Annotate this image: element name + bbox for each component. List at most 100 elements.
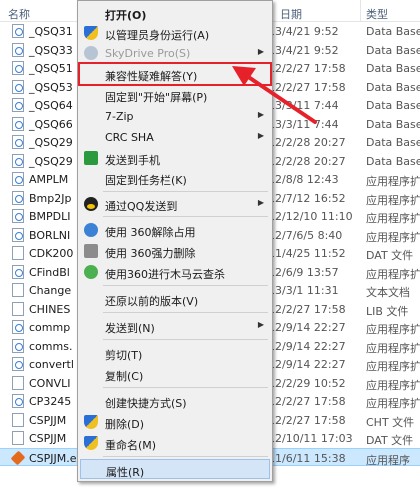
dll-file-icon <box>12 394 24 408</box>
file-type: 应用程序扩 <box>366 341 420 355</box>
submenu-arrow-icon: ▶ <box>257 47 264 56</box>
dll-file-icon <box>12 24 24 38</box>
dll-file-icon <box>12 116 24 131</box>
menu-send-to-phone[interactable]: 发送到手机 <box>80 148 270 168</box>
file-type: 应用程序扩 <box>366 360 420 373</box>
uac-shield-icon <box>84 415 98 429</box>
file-type: 文本文档 <box>366 286 410 299</box>
360-shredder-icon <box>84 244 98 258</box>
file-type: 应用程序 <box>366 453 410 467</box>
dll-file-icon <box>12 61 24 75</box>
file-name: _QSQ66 <box>29 117 73 131</box>
dll-file-icon <box>12 227 24 242</box>
red-arrow-annotation-icon <box>232 66 317 124</box>
file-name: Change <box>29 284 72 297</box>
menu-delete[interactable]: 删除(D) <box>80 412 270 432</box>
menu-restore-versions[interactable]: 还原以前的版本(V) <box>80 289 270 309</box>
360-unlock-icon <box>84 223 98 237</box>
column-type[interactable]: 类型 <box>366 6 388 22</box>
file-type: Data Base <box>366 136 420 149</box>
dll-file-icon <box>12 209 24 223</box>
phone-icon <box>84 151 98 165</box>
file-type: 应用程序扩 <box>366 378 420 392</box>
menu-360-scan[interactable]: 使用360进行木马云查杀 <box>80 262 270 282</box>
file-name: _QSQ51 <box>29 62 73 75</box>
file-type: 应用程序扩 <box>366 230 420 244</box>
360-scan-icon <box>84 265 98 279</box>
dll-file-icon <box>12 264 24 279</box>
file-type: Data Base <box>366 62 420 75</box>
submenu-arrow-icon: ▶ <box>257 198 264 207</box>
file-name: CP3245 <box>29 395 72 408</box>
cloud-icon <box>84 46 98 60</box>
menu-360-delete[interactable]: 使用 360强力删除 <box>80 241 270 261</box>
column-name[interactable]: 名称 <box>8 6 30 22</box>
file-name: commp <box>29 321 71 334</box>
file-type: Data Base <box>366 117 420 131</box>
file-type: 应用程序扩 <box>366 323 420 336</box>
file-name: CSPJJM <box>29 432 67 445</box>
file-type: 应用程序扩 <box>366 175 420 188</box>
menu-crc-sha[interactable]: CRC SHA ▶ <box>80 127 270 147</box>
file-name: BORLNI <box>29 228 71 242</box>
file-type: Data Base <box>366 43 420 57</box>
file-type: 应用程序扩 <box>366 193 420 207</box>
exe-package-icon <box>10 450 26 465</box>
menu-send-via-qq[interactable]: 通过QQ发送到 ▶ <box>80 194 270 214</box>
uac-shield-icon <box>84 436 98 450</box>
menu-properties[interactable]: 属性(R) <box>80 459 270 479</box>
menu-cut[interactable]: 剪切(T) <box>80 343 270 363</box>
file-name: _QSQ33 <box>29 43 73 57</box>
dll-file-icon <box>12 79 24 94</box>
file-name: CHINES <box>29 302 71 316</box>
file-type: Data Base <box>366 99 420 112</box>
dll-file-icon <box>12 190 24 205</box>
file-name: _QSQ31 <box>29 25 73 38</box>
dll-file-icon <box>12 42 24 57</box>
file-name: CONVLI <box>29 376 71 390</box>
dll-file-icon <box>12 320 24 334</box>
file-name: AMPLM <box>29 173 69 186</box>
file-name: BMPDLI <box>29 210 71 223</box>
submenu-arrow-icon: ▶ <box>257 320 264 329</box>
menu-pin-taskbar[interactable]: 固定到任务栏(K) <box>80 168 270 188</box>
menu-run-as-admin[interactable]: 以管理员身份运行(A) <box>80 23 270 43</box>
file-name: _QSQ53 <box>29 80 73 94</box>
document-file-icon <box>12 375 24 390</box>
file-name: comms. <box>29 339 73 353</box>
menu-open[interactable]: 打开(O) <box>80 3 270 23</box>
file-type: DAT 文件 <box>366 249 414 262</box>
dll-file-icon <box>12 357 24 371</box>
menu-360-unlock[interactable]: 使用 360解除占用 <box>80 220 270 240</box>
document-file-icon <box>12 412 24 427</box>
document-file-icon <box>12 301 24 316</box>
menu-rename[interactable]: 重命名(M) <box>80 433 270 453</box>
file-type: 应用程序扩 <box>366 267 420 281</box>
file-name: _QSQ64 <box>29 99 73 112</box>
submenu-arrow-icon: ▶ <box>257 131 264 140</box>
file-type: Data Base <box>366 154 420 168</box>
file-name: _QSQ29 <box>29 136 73 149</box>
uac-shield-icon <box>84 26 98 40</box>
document-file-icon <box>12 283 24 297</box>
file-type: DAT 文件 <box>366 434 414 447</box>
menu-create-shortcut[interactable]: 创建快捷方式(S) <box>80 391 270 411</box>
qq-penguin-icon <box>84 197 98 211</box>
dll-file-icon <box>12 338 24 353</box>
menu-copy[interactable]: 复制(C) <box>80 364 270 384</box>
dll-file-icon <box>12 153 24 168</box>
document-file-icon <box>12 246 24 260</box>
file-type: CHT 文件 <box>366 415 415 429</box>
file-type: Data Base <box>366 25 420 38</box>
dll-file-icon <box>12 98 24 112</box>
file-type: 应用程序扩 <box>366 397 420 410</box>
dll-file-icon <box>12 172 24 186</box>
file-name: CSPJJM <box>29 413 67 427</box>
file-type: 应用程序扩 <box>366 212 420 225</box>
menu-send-to[interactable]: 发送到(N) ▶ <box>80 316 270 336</box>
file-name: _QSQ29 <box>29 154 73 168</box>
document-file-icon <box>12 431 24 445</box>
file-name: CDK200 <box>29 247 74 260</box>
column-date[interactable]: 日期 <box>280 6 302 22</box>
file-name: Bmp2Jp <box>29 191 72 205</box>
